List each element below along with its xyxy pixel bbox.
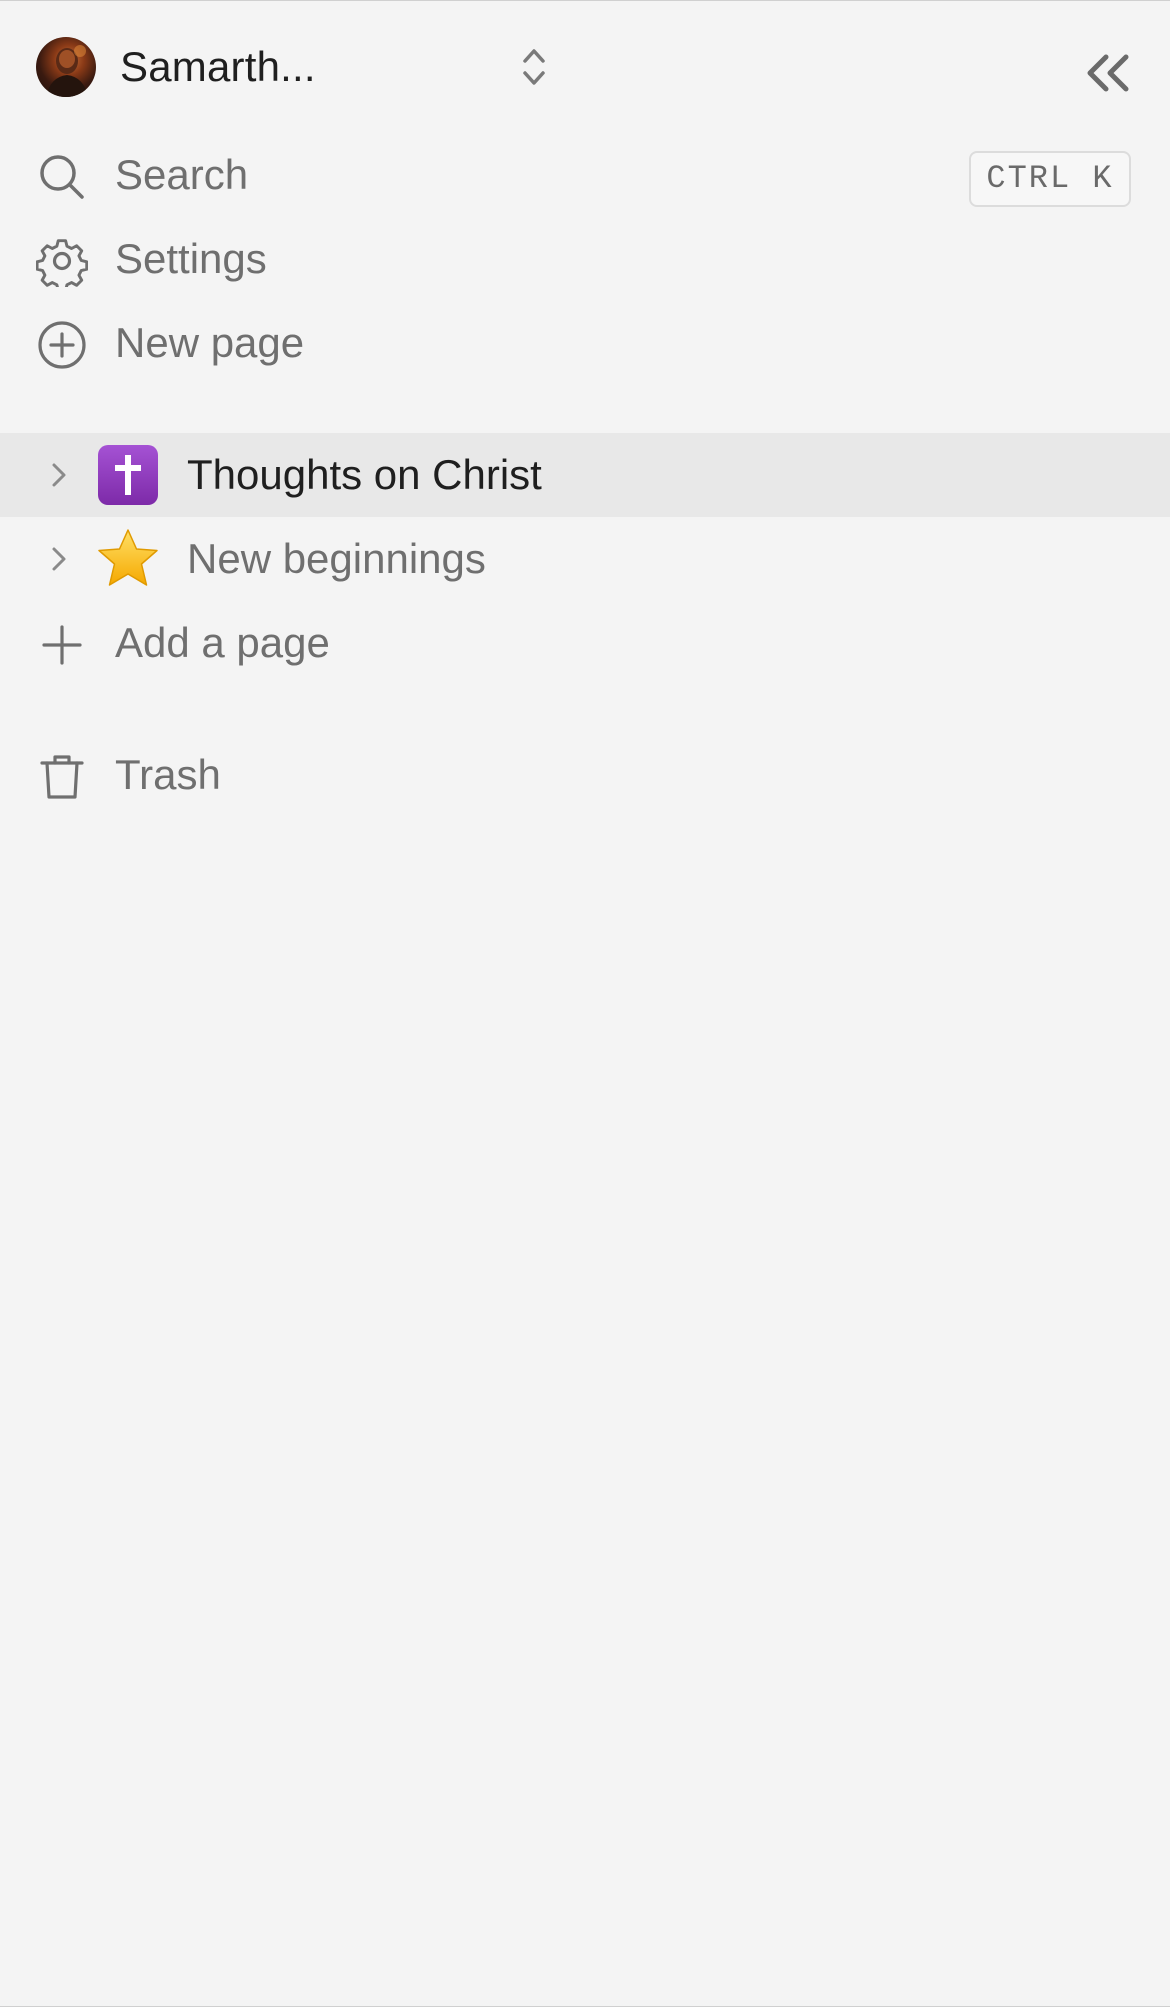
search-icon xyxy=(40,155,84,199)
double-chevron-left-icon xyxy=(1087,54,1129,92)
new-page-label: New page xyxy=(115,319,305,366)
chevron-right-icon[interactable] xyxy=(44,457,74,493)
new-page-menu-item[interactable]: New page xyxy=(0,301,1170,385)
chevron-up-down-icon xyxy=(523,49,545,85)
workspace-name[interactable]: Samarth... xyxy=(120,41,316,93)
trash-icon xyxy=(40,755,84,799)
page-label: Thoughts on Christ xyxy=(187,451,542,498)
trash-label: Trash xyxy=(115,751,221,798)
plus-icon xyxy=(42,625,82,665)
collapse-sidebar-button[interactable] xyxy=(1082,49,1134,97)
add-page-button[interactable]: Add a page xyxy=(0,601,1170,685)
latin-cross-emoji-icon xyxy=(98,445,158,505)
plus-circle-icon xyxy=(38,321,86,369)
add-page-label: Add a page xyxy=(115,619,330,666)
star-emoji-icon xyxy=(98,529,158,586)
search-label: Search xyxy=(115,151,249,198)
avatar-image xyxy=(46,45,88,97)
gear-icon xyxy=(36,239,88,287)
search-menu-item[interactable]: Search CTRL K xyxy=(0,133,1170,217)
settings-menu-item[interactable]: Settings xyxy=(0,217,1170,301)
page-item-thoughts-on-christ[interactable]: Thoughts on Christ xyxy=(0,433,1170,517)
search-shortcut-badge: CTRL K xyxy=(969,151,1131,207)
page-label: New beginnings xyxy=(187,535,486,582)
settings-label: Settings xyxy=(115,235,267,282)
avatar[interactable] xyxy=(36,37,96,97)
workspace-switcher-button[interactable] xyxy=(515,45,553,89)
page-item-new-beginnings[interactable]: New beginnings xyxy=(0,517,1170,601)
trash-menu-item[interactable]: Trash xyxy=(0,733,1170,817)
chevron-right-icon[interactable] xyxy=(44,541,74,577)
